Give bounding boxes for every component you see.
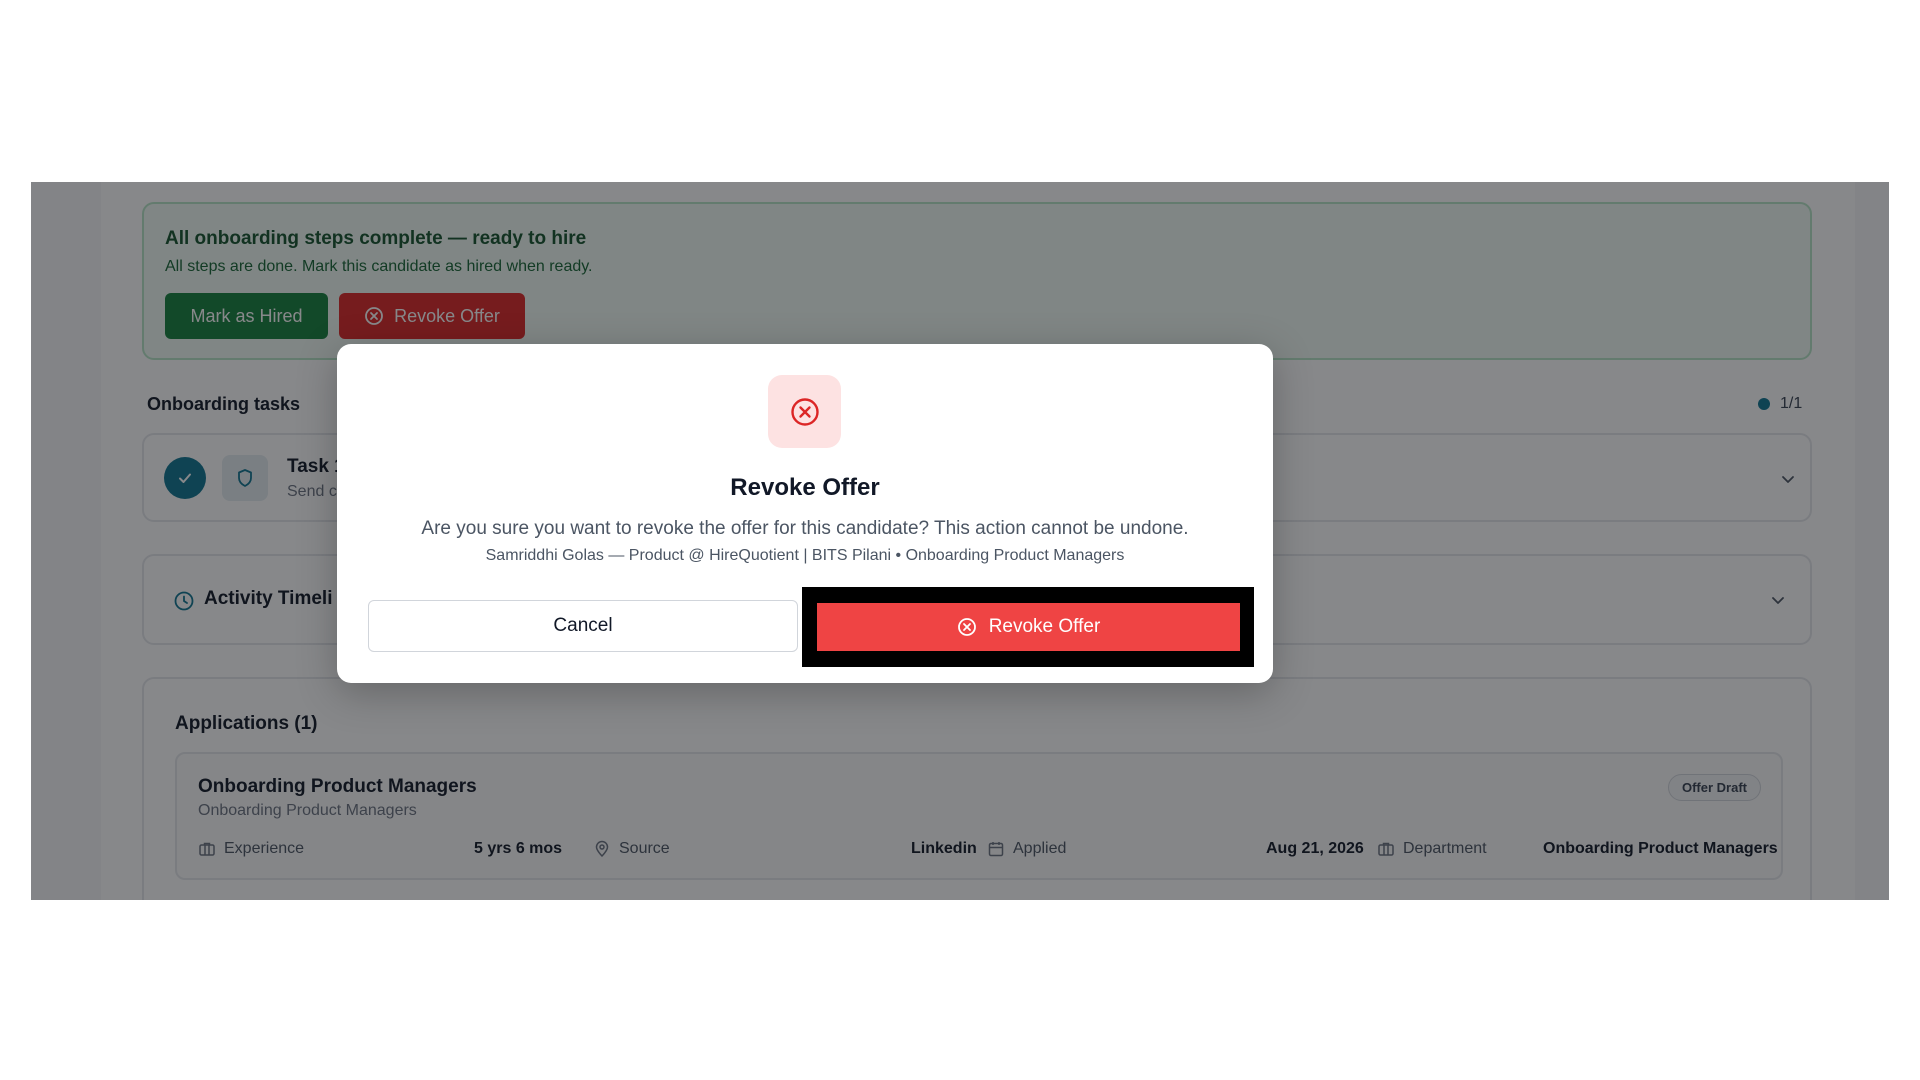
x-circle-icon xyxy=(768,375,841,448)
x-circle-icon xyxy=(957,618,976,636)
confirm-revoke-offer-button[interactable]: Revoke Offer xyxy=(817,603,1240,651)
confirm-revoke-label: Revoke Offer xyxy=(988,616,1101,637)
cancel-button[interactable]: Cancel xyxy=(368,600,798,652)
candidate-details: Samriddhi Golas — Product @ HireQuotient… xyxy=(485,547,1125,564)
dialog-title: Revoke Offer xyxy=(730,474,880,501)
cancel-label: Cancel xyxy=(553,615,613,636)
dialog-message: Are you sure you want to revoke the offe… xyxy=(421,518,1189,539)
